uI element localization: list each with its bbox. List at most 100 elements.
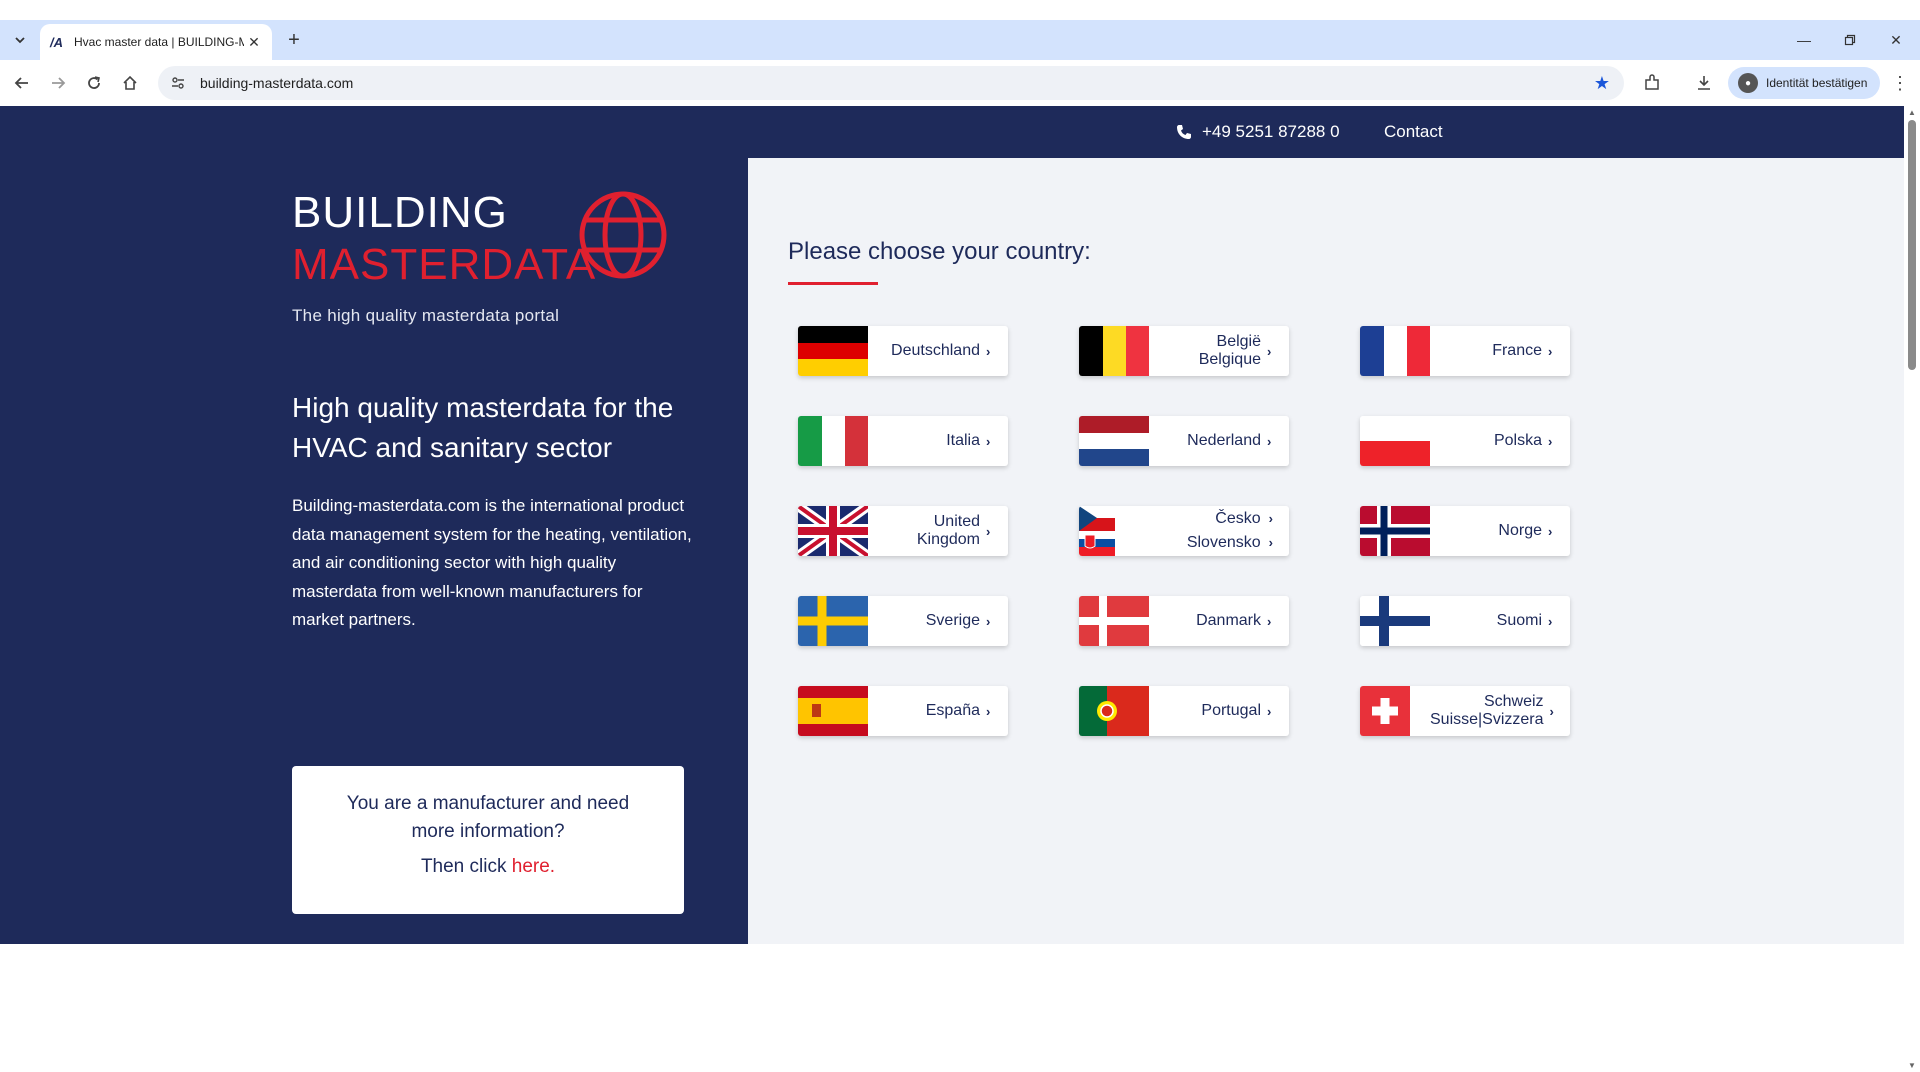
country-card-espana[interactable]: España › <box>798 686 1008 736</box>
vertical-scrollbar[interactable]: ▲ ▼ <box>1904 106 1920 1072</box>
country-card-italia[interactable]: Italia › <box>798 416 1008 466</box>
country-label: United Kingdom <box>916 513 980 548</box>
country-panel: Please choose your country: Deutschland ›… <box>748 158 1904 944</box>
manufacturer-cta: Then click here. <box>292 856 684 878</box>
page-headline: High quality masterdata for the HVAC and… <box>292 392 674 463</box>
country-card-belgie[interactable]: België Belgique › <box>1079 326 1289 376</box>
top-contact-bar: +49 5251 87288 0 Contact <box>0 106 1904 158</box>
scroll-up-icon[interactable]: ▲ <box>1908 108 1916 117</box>
country-card-cesko-slovensko[interactable]: Česko › Slovensko › <box>1079 506 1289 556</box>
country-card-sverige[interactable]: Sverige › <box>798 596 1008 646</box>
flag-switzerland-icon <box>1360 686 1430 736</box>
country-label: Nederland <box>1187 432 1261 449</box>
star-icon[interactable]: ★ <box>1594 73 1610 94</box>
active-tab[interactable]: /A Hvac master data | BUILDING-MASTERDAT… <box>40 24 272 60</box>
country-card-france[interactable]: France › <box>1360 326 1570 376</box>
flag-czech-slovak-icon <box>1079 506 1149 556</box>
favicon-icon: /A <box>50 34 63 50</box>
address-field[interactable]: building-masterdata.com ★ <box>158 66 1624 100</box>
extensions-icon[interactable] <box>1640 71 1664 95</box>
manufacturer-question: You are a manufacturer and need more inf… <box>346 793 630 842</box>
tagline: The high quality masterdata portal <box>292 306 560 325</box>
home-icon[interactable] <box>118 71 142 95</box>
chevron-right-icon: › <box>1267 613 1272 629</box>
manufacturer-here-link[interactable]: here. <box>512 856 555 877</box>
close-icon[interactable]: ✕ <box>246 34 262 51</box>
country-card-united-kingdom[interactable]: United Kingdom › <box>798 506 1008 556</box>
flag-denmark-icon <box>1079 596 1149 646</box>
scroll-down-icon[interactable]: ▼ <box>1908 1061 1916 1070</box>
flag-italy-icon <box>798 416 868 466</box>
country-label: Česko › Slovensko › <box>1149 507 1289 555</box>
country-card-deutschland[interactable]: Deutschland › <box>798 326 1008 376</box>
country-label-slovensko[interactable]: Slovensko › <box>1187 531 1273 555</box>
cta-prefix: Then click <box>420 856 512 877</box>
contact-link[interactable]: Contact <box>1384 122 1443 142</box>
globe-icon <box>579 191 667 279</box>
minimize-icon[interactable]: — <box>1792 28 1816 52</box>
profile-label: Identität bestätigen <box>1766 76 1868 90</box>
download-icon[interactable] <box>1692 71 1716 95</box>
chevron-right-icon: › <box>986 523 991 539</box>
logo-text-building: BUILDING <box>292 188 508 237</box>
chevron-right-icon: › <box>1268 535 1273 550</box>
chevron-right-icon: › <box>1267 703 1272 719</box>
logo-text-masterdata: MASTERDATA <box>292 240 597 289</box>
country-label: España <box>925 702 980 719</box>
intro-text: Building-masterdata.com is the internati… <box>292 496 692 629</box>
chevron-right-icon: › <box>1548 523 1553 539</box>
chevron-right-icon: › <box>986 343 991 359</box>
country-card-norge[interactable]: Norge › <box>1360 506 1570 556</box>
reload-icon[interactable] <box>82 71 106 95</box>
country-label-cesko[interactable]: Česko › <box>1215 507 1273 531</box>
chevron-right-icon: › <box>986 613 991 629</box>
country-label: België Belgique <box>1198 333 1261 368</box>
tab-title: Hvac master data | BUILDING-MASTERDATA <box>74 35 244 49</box>
country-card-suomi[interactable]: Suomi › <box>1360 596 1570 646</box>
flag-netherlands-icon <box>1079 416 1149 466</box>
forward-icon[interactable] <box>46 71 70 95</box>
flag-spain-icon <box>798 686 868 736</box>
back-icon[interactable] <box>10 71 34 95</box>
country-card-portugal[interactable]: Portugal › <box>1079 686 1289 736</box>
country-card-danmark[interactable]: Danmark › <box>1079 596 1289 646</box>
site-info-icon[interactable] <box>166 76 190 90</box>
page-background: +49 5251 87288 0 Contact BUILDING MASTER… <box>0 106 1904 944</box>
intro-panel: BUILDING MASTERDATA The high quality mas… <box>0 158 748 944</box>
country-label: Polska <box>1493 432 1542 449</box>
tab-list-icon[interactable] <box>8 28 32 52</box>
tab-bar: /A Hvac master data | BUILDING-MASTERDAT… <box>0 20 1920 60</box>
profile-button[interactable]: ● Identität bestätigen <box>1728 67 1880 99</box>
kebab-menu-icon[interactable]: ⋮ <box>1888 71 1912 95</box>
page-viewport: +49 5251 87288 0 Contact BUILDING MASTER… <box>0 106 1904 1072</box>
flag-germany-icon <box>798 326 868 376</box>
country-card-schweiz[interactable]: Schweiz Suisse|Svizzera › <box>1360 686 1570 736</box>
country-heading: Please choose your country: <box>788 238 1091 265</box>
country-label: Suomi <box>1496 612 1542 629</box>
scroll-thumb[interactable] <box>1908 120 1916 370</box>
plus-icon[interactable]: + <box>282 28 306 52</box>
heading-underline <box>788 282 878 285</box>
chevron-right-icon: › <box>1548 343 1553 359</box>
chevron-right-icon: › <box>986 703 991 719</box>
flag-france-icon <box>1360 326 1430 376</box>
window-close-icon[interactable]: ✕ <box>1884 28 1908 52</box>
country-label: Deutschland <box>891 342 980 359</box>
chevron-right-icon: › <box>986 433 991 449</box>
country-label: Norge <box>1498 522 1542 539</box>
chevron-right-icon: › <box>1267 433 1272 449</box>
country-card-nederland[interactable]: Nederland › <box>1079 416 1289 466</box>
country-label: France <box>1492 342 1542 359</box>
toolbar: building-masterdata.com ★ ● Identität be… <box>0 60 1920 106</box>
manufacturer-info-box: You are a manufacturer and need more inf… <box>292 766 684 914</box>
chevron-right-icon: › <box>1549 703 1554 719</box>
chevron-right-icon: › <box>1268 511 1273 526</box>
restore-icon[interactable] <box>1838 28 1862 52</box>
url-text: building-masterdata.com <box>200 75 354 91</box>
flag-belgium-icon <box>1079 326 1149 376</box>
country-card-polska[interactable]: Polska › <box>1360 416 1570 466</box>
phone-link[interactable]: +49 5251 87288 0 <box>1176 122 1340 142</box>
country-label: Sverige <box>925 612 980 629</box>
country-label: Danmark <box>1196 612 1261 629</box>
flag-portugal-icon <box>1079 686 1149 736</box>
